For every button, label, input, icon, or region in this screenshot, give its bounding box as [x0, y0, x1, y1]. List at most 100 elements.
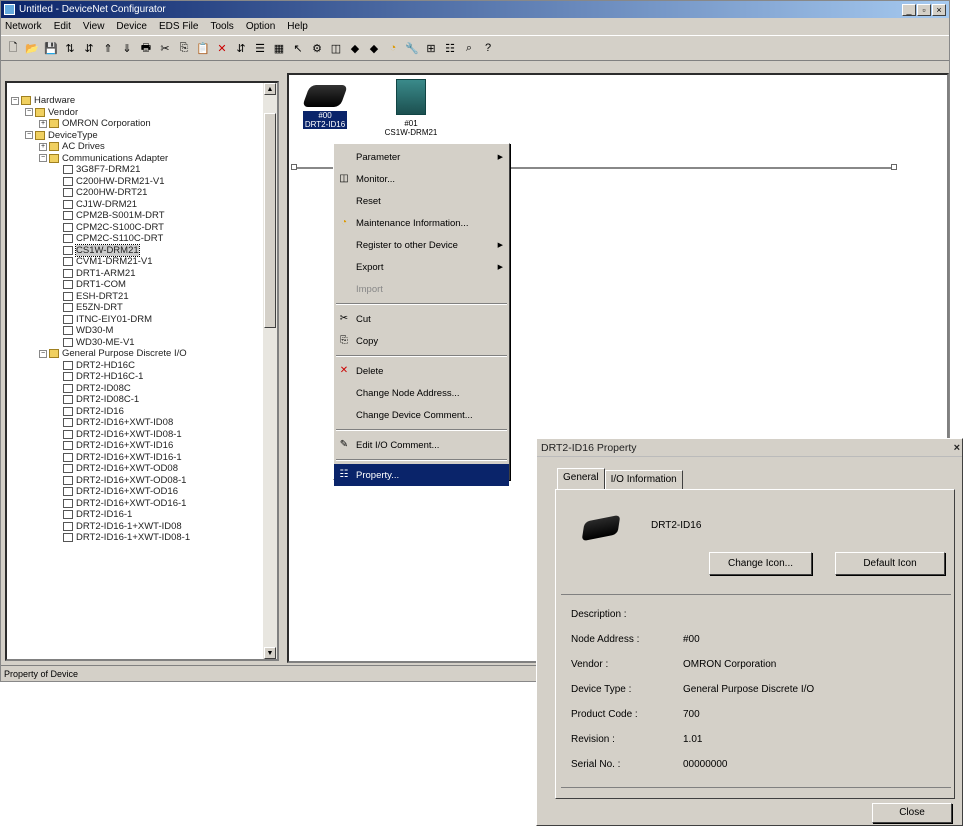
- help-icon[interactable]: ?: [480, 40, 496, 56]
- paste-icon[interactable]: 📋: [195, 40, 211, 56]
- tree-node[interactable]: DRT2-ID16-1+XWT-ID08-1: [7, 532, 263, 544]
- tree-node[interactable]: DRT2-HD16C-1: [7, 371, 263, 383]
- tree-node[interactable]: DRT2-ID16+XWT-OD08: [7, 463, 263, 475]
- context-item-export[interactable]: Export ▶: [334, 256, 509, 278]
- prev-icon[interactable]: ◆: [347, 40, 363, 56]
- delete-icon[interactable]: ✕: [214, 40, 230, 56]
- tree-node[interactable]: E5ZN-DRT: [7, 302, 263, 314]
- tree-node[interactable]: DRT2-ID16+XWT-ID16-1: [7, 452, 263, 464]
- tree-node[interactable]: CPM2B-S001M-DRT: [7, 210, 263, 222]
- tree-node[interactable]: − Vendor: [7, 107, 263, 119]
- expand-icon[interactable]: +: [39, 142, 47, 151]
- tree-node[interactable]: CPM2C-S110C-DRT: [7, 233, 263, 245]
- tree-node[interactable]: − Communications Adapter: [7, 153, 263, 165]
- tree-node[interactable]: C200HW-DRM21-V1: [7, 176, 263, 188]
- monitor-icon[interactable]: ◫: [328, 40, 344, 56]
- menu-tools[interactable]: Tools: [210, 21, 233, 32]
- context-item-maintenance-information[interactable]: ◔ Maintenance Information...: [334, 212, 509, 234]
- tree-node[interactable]: DRT2-ID16+XWT-ID16: [7, 440, 263, 452]
- menu-edit[interactable]: Edit: [54, 21, 71, 32]
- context-item-copy[interactable]: ⎘ Copy: [334, 330, 509, 352]
- tree-node[interactable]: DRT2-ID16+XWT-ID08-1: [7, 429, 263, 441]
- new-icon[interactable]: 🗋: [5, 40, 21, 56]
- context-item-cut[interactable]: ✂ Cut: [334, 308, 509, 330]
- tab-general[interactable]: General: [557, 468, 605, 489]
- offline-icon[interactable]: ⇵: [81, 40, 97, 56]
- menu-eds-file[interactable]: EDS File: [159, 21, 198, 32]
- save-icon[interactable]: 💾: [43, 40, 59, 56]
- tree-node[interactable]: DRT2-ID16: [7, 406, 263, 418]
- tree-node[interactable]: ITNC-EIY01-DRM: [7, 314, 263, 326]
- grid-icon[interactable]: ▦: [271, 40, 287, 56]
- context-item-edit-i-o-comment[interactable]: ✎ Edit I/O Comment...: [334, 434, 509, 456]
- tree-node[interactable]: DRT2-ID16-1: [7, 509, 263, 521]
- context-item-change-device-comment[interactable]: Change Device Comment...: [334, 404, 509, 426]
- tree-node[interactable]: WD30-ME-V1: [7, 337, 263, 349]
- expand-icon[interactable]: −: [11, 96, 19, 105]
- print-icon[interactable]: 🖶: [138, 40, 154, 56]
- tree-node[interactable]: − Hardware: [7, 95, 263, 107]
- close-dialog-button[interactable]: Close: [872, 803, 952, 823]
- context-item-monitor[interactable]: ◫ Monitor...: [334, 168, 509, 190]
- tree-node[interactable]: DRT2-ID08C-1: [7, 394, 263, 406]
- default-icon-button[interactable]: Default Icon: [835, 552, 945, 575]
- context-item-property[interactable]: ☷ Property...: [334, 464, 509, 486]
- property-icon[interactable]: ☷: [442, 40, 458, 56]
- list-icon[interactable]: ☰: [252, 40, 268, 56]
- tree-node[interactable]: DRT2-ID16+XWT-OD08-1: [7, 475, 263, 487]
- expand-icon[interactable]: −: [25, 108, 33, 117]
- scroll-down-button[interactable]: ▼: [264, 647, 276, 659]
- expand-icon[interactable]: −: [39, 349, 47, 358]
- tree-node[interactable]: CPM2C-S100C-DRT: [7, 222, 263, 234]
- tree-node[interactable]: + OMRON Corporation: [7, 118, 263, 130]
- scroll-up-button[interactable]: ▲: [264, 83, 276, 95]
- tree-node[interactable]: ESH-DRT21: [7, 291, 263, 303]
- download-icon[interactable]: ⇓: [119, 40, 135, 56]
- menu-view[interactable]: View: [83, 21, 105, 32]
- next-icon[interactable]: ◆: [366, 40, 382, 56]
- parameter-icon[interactable]: ⚙: [309, 40, 325, 56]
- open-icon[interactable]: 📂: [24, 40, 40, 56]
- pointer-icon[interactable]: ↖: [290, 40, 306, 56]
- tree-node[interactable]: − General Purpose Discrete I/O: [7, 348, 263, 360]
- cut-icon[interactable]: ✂: [157, 40, 173, 56]
- tree-node[interactable]: DRT2-ID16+XWT-ID08: [7, 417, 263, 429]
- dialog-close-icon[interactable]: ×: [954, 442, 960, 454]
- copy-icon[interactable]: ⎘: [176, 40, 192, 56]
- tree-node[interactable]: DRT1-ARM21: [7, 268, 263, 280]
- tree-node[interactable]: 3G8F7-DRM21: [7, 164, 263, 176]
- context-item-change-node-address[interactable]: Change Node Address...: [334, 382, 509, 404]
- tree-node[interactable]: DRT2-ID16+XWT-OD16: [7, 486, 263, 498]
- tree-node[interactable]: − DeviceType: [7, 130, 263, 142]
- tab-io-information[interactable]: I/O Information: [604, 470, 683, 489]
- maintenance-icon[interactable]: ◔: [385, 40, 401, 56]
- tree-node[interactable]: DRT2-ID08C: [7, 383, 263, 395]
- tree-node[interactable]: DRT1-COM: [7, 279, 263, 291]
- sort-icon[interactable]: ⇵: [233, 40, 249, 56]
- register-icon[interactable]: ⊞: [423, 40, 439, 56]
- menu-device[interactable]: Device: [116, 21, 147, 32]
- device-node-00[interactable]: #00 DRT2-ID16: [299, 85, 351, 129]
- menu-network[interactable]: Network: [5, 21, 42, 32]
- scroll-thumb[interactable]: [264, 113, 276, 328]
- tree-node[interactable]: DRT2-ID16+XWT-OD16-1: [7, 498, 263, 510]
- tool-icon[interactable]: 🔧: [404, 40, 420, 56]
- tree-node[interactable]: DRT2-ID16-1+XWT-ID08: [7, 521, 263, 533]
- context-item-delete[interactable]: ✕ Delete: [334, 360, 509, 382]
- online-icon[interactable]: ⇅: [62, 40, 78, 56]
- hardware-tree[interactable]: − Hardware − Vendor + OMRON Corporation − Devic…: [5, 81, 279, 661]
- close-button[interactable]: ×: [932, 3, 946, 16]
- context-item-register-to-other-device[interactable]: Register to other Device ▶: [334, 234, 509, 256]
- tree-scrollbar[interactable]: ▲ ▼: [263, 83, 277, 659]
- tree-node[interactable]: WD30-M: [7, 325, 263, 337]
- upload-icon[interactable]: ⇑: [100, 40, 116, 56]
- menu-help[interactable]: Help: [287, 21, 308, 32]
- tree-node[interactable]: CJ1W-DRM21: [7, 199, 263, 211]
- tree-node[interactable]: DRT2-HD16C: [7, 360, 263, 372]
- minimize-button[interactable]: _: [902, 3, 916, 16]
- expand-icon[interactable]: +: [39, 119, 47, 128]
- expand-icon[interactable]: −: [39, 154, 47, 163]
- tree-node[interactable]: + AC Drives: [7, 141, 263, 153]
- change-icon-button[interactable]: Change Icon...: [709, 552, 812, 575]
- tree-node[interactable]: C200HW-DRT21: [7, 187, 263, 199]
